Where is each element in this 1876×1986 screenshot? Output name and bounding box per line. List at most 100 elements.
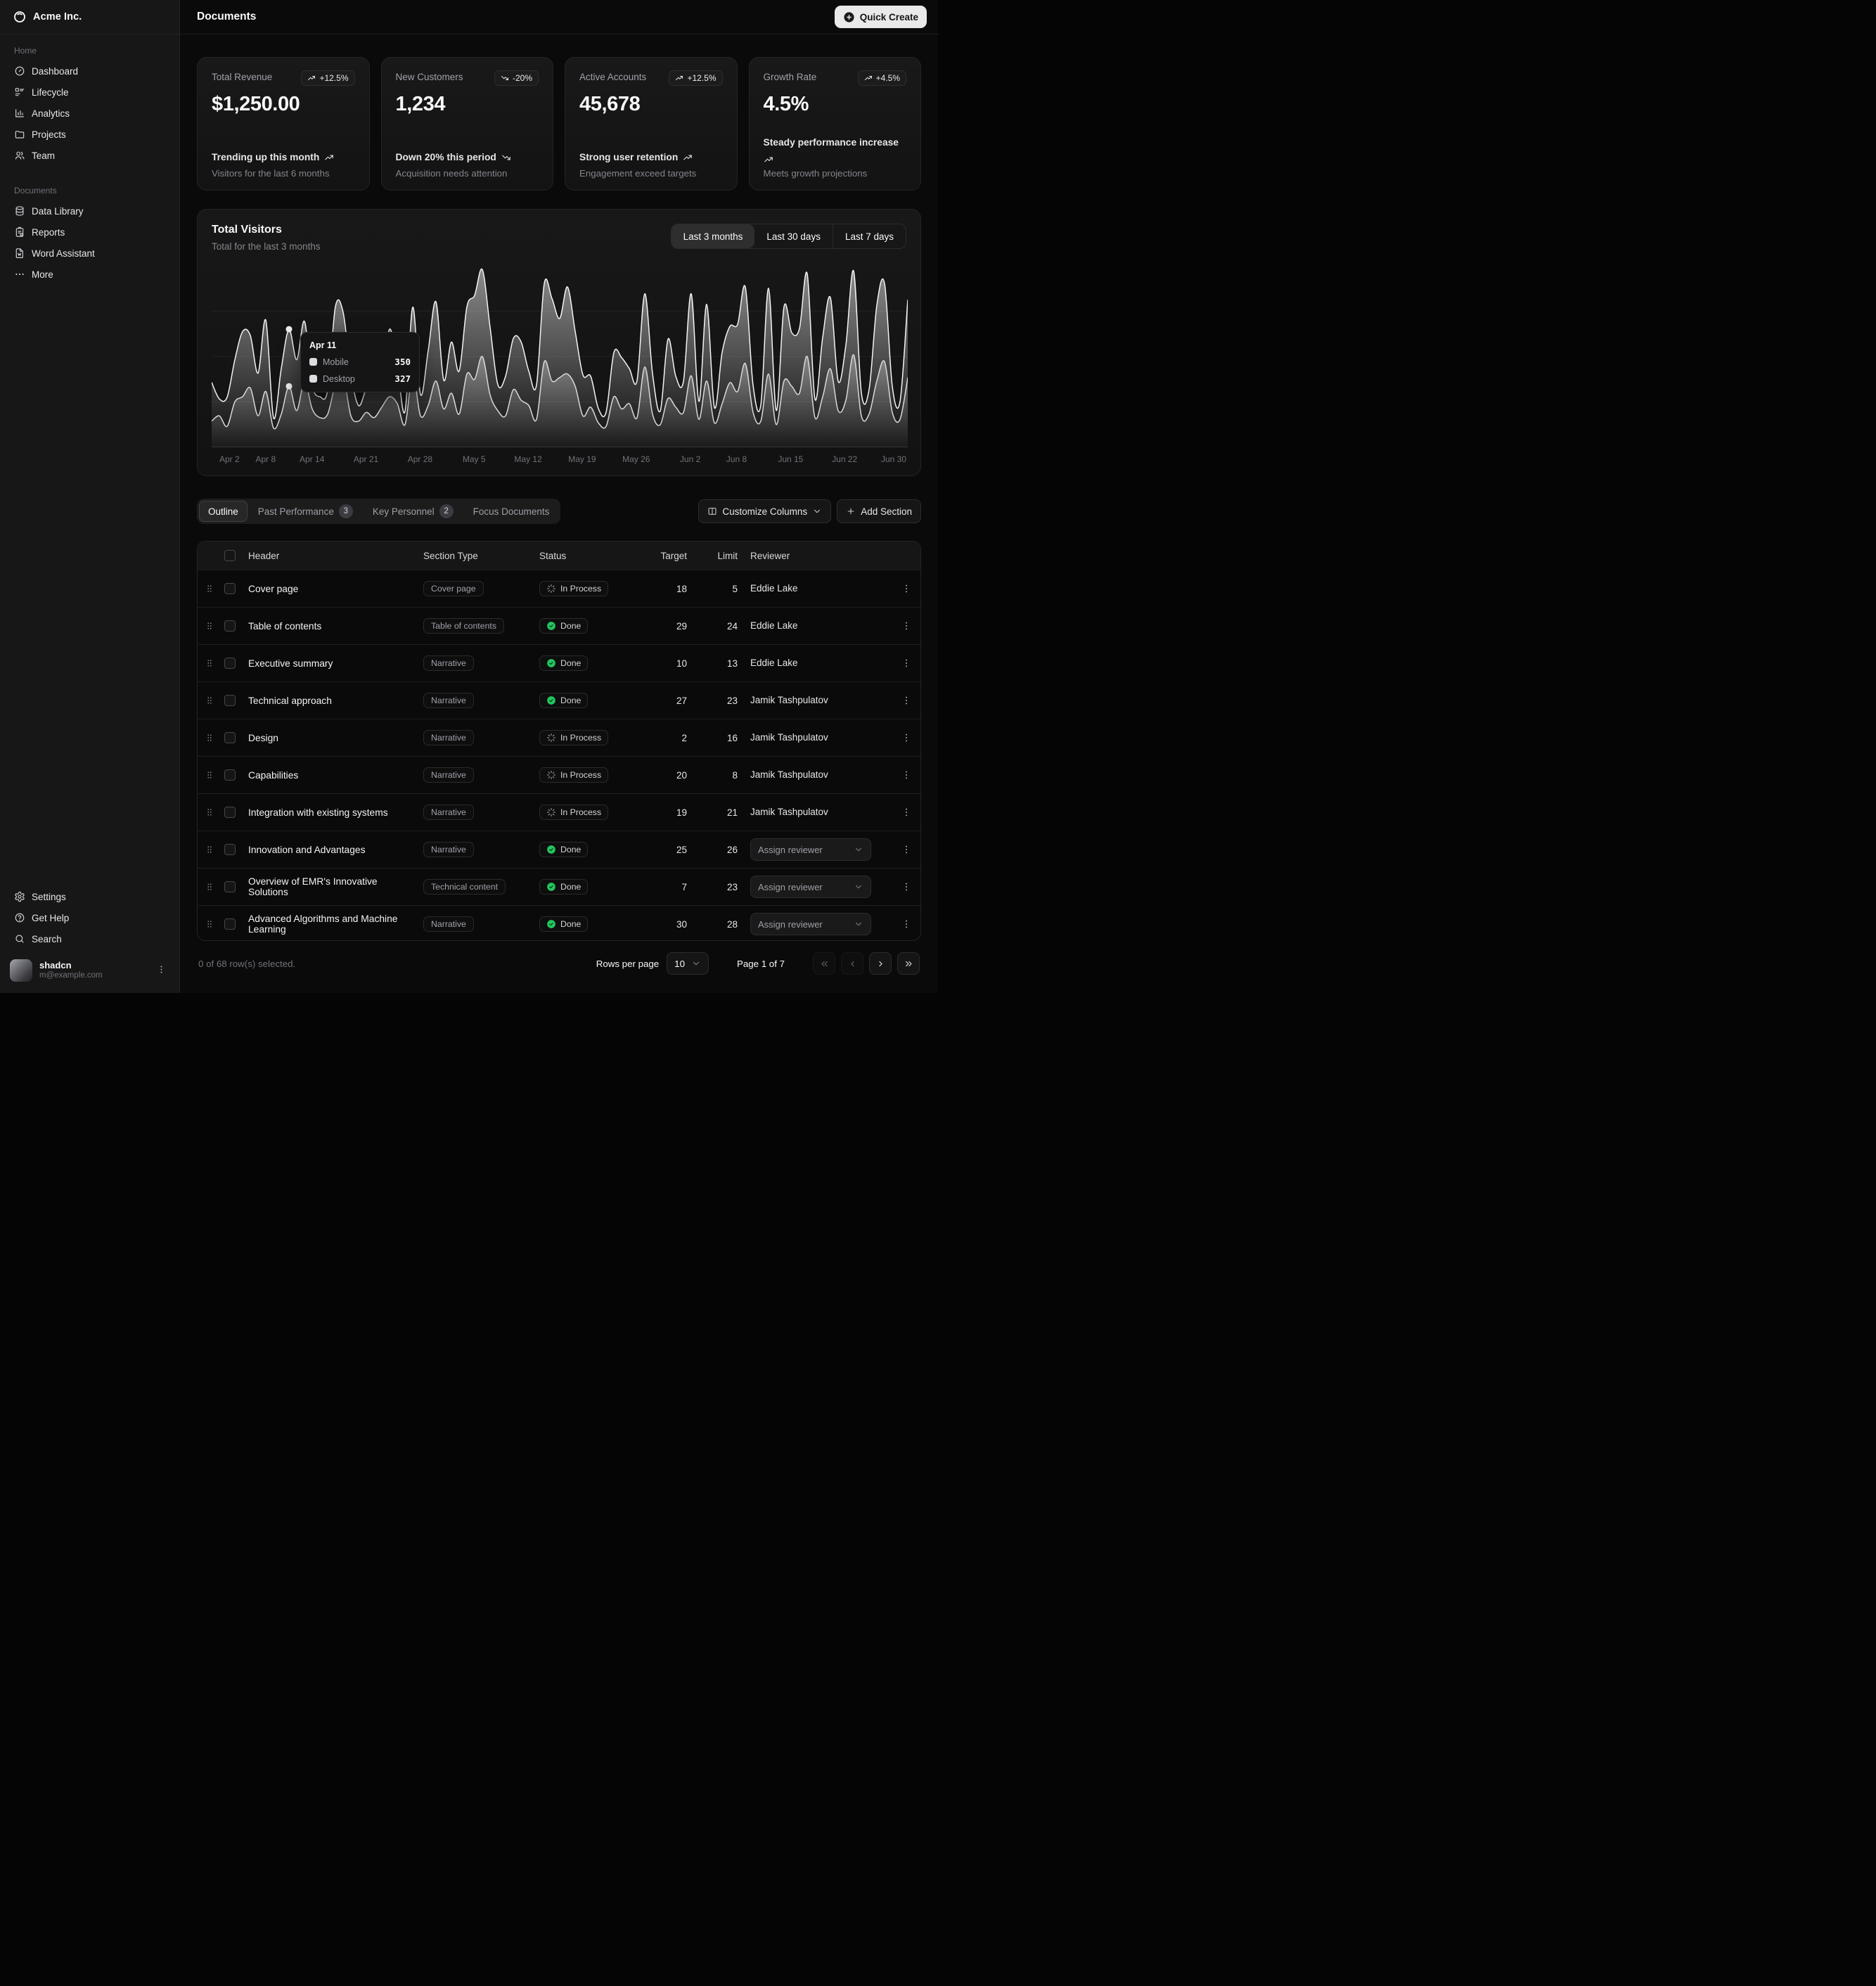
row-checkbox[interactable]: [224, 620, 236, 632]
app-root: Acme Inc. HomeDashboardLifecycleAnalytic…: [0, 0, 938, 993]
row-menu-button[interactable]: [897, 653, 916, 673]
last-page-button[interactable]: [897, 952, 920, 975]
row-checkbox[interactable]: [224, 695, 236, 706]
row-drag-handle[interactable]: [203, 843, 216, 856]
plus-icon: [846, 506, 856, 516]
next-page-button[interactable]: [869, 952, 892, 975]
sidebar-item-label: Analytics: [32, 108, 70, 119]
row-menu-button[interactable]: [897, 914, 916, 934]
tab-focus-documents[interactable]: Focus Documents: [464, 501, 559, 522]
row-checkbox[interactable]: [224, 769, 236, 781]
sidebar-item-word-assistant[interactable]: Word Assistant: [8, 243, 171, 264]
row-drag-handle[interactable]: [203, 694, 216, 707]
row-drag-handle[interactable]: [203, 731, 216, 744]
sidebar-item-team[interactable]: Team: [8, 145, 171, 166]
previous-page-button[interactable]: [841, 952, 863, 975]
x-tick-label: May 5: [463, 454, 486, 464]
stat-value: 1,234: [396, 93, 539, 116]
sidebar-item-more[interactable]: More: [8, 264, 171, 285]
x-tick-label: Apr 28: [408, 454, 432, 464]
tab-past-performance[interactable]: Past Performance3: [249, 501, 362, 522]
sidebar-brand[interactable]: Acme Inc.: [0, 0, 179, 34]
user-menu-button[interactable]: [153, 961, 169, 980]
customize-columns-label: Customize Columns: [722, 506, 807, 517]
users-icon: [14, 150, 25, 161]
status-label: In Process: [560, 770, 601, 780]
row-menu-button[interactable]: [897, 802, 916, 822]
sidebar-item-lifecycle[interactable]: Lifecycle: [8, 82, 171, 103]
chevron-right-icon: [875, 959, 886, 969]
customize-columns-button[interactable]: Customize Columns: [698, 499, 831, 523]
range-last-30-days[interactable]: Last 30 days: [754, 224, 833, 248]
row-checkbox[interactable]: [224, 658, 236, 669]
assign-reviewer-select[interactable]: Assign reviewer: [750, 876, 871, 898]
sidebar-item-reports[interactable]: Reports: [8, 222, 171, 243]
reviewer-cell: Eddie Lake: [750, 620, 884, 632]
chart-plot[interactable]: Apr 11 Mobile 350 Desktop 327: [212, 266, 906, 447]
row-checkbox[interactable]: [224, 807, 236, 818]
row-menu-button[interactable]: [897, 765, 916, 785]
row-drag-handle[interactable]: [203, 657, 216, 670]
row-drag-handle[interactable]: [203, 582, 216, 595]
limit-value: 24: [700, 621, 750, 632]
limit-value: 26: [700, 845, 750, 855]
rows-per-page-select[interactable]: 10: [667, 952, 709, 975]
row-drag-handle[interactable]: [203, 918, 216, 930]
row-checkbox[interactable]: [224, 732, 236, 743]
columns-icon: [707, 506, 717, 516]
add-section-label: Add Section: [861, 506, 912, 517]
reviewer-cell: Assign reviewer: [750, 913, 884, 935]
sidebar-user[interactable]: shadcn m@example.com: [0, 951, 179, 993]
target-value: 10: [645, 658, 700, 669]
range-last-7-days[interactable]: Last 7 days: [833, 224, 906, 248]
sidebar-item-search[interactable]: Search: [8, 928, 171, 949]
row-menu-button[interactable]: [897, 691, 916, 710]
quick-create-button[interactable]: Quick Create: [835, 6, 927, 28]
row-menu-button[interactable]: [897, 579, 916, 598]
row-drag-handle[interactable]: [203, 880, 216, 893]
sidebar-item-projects[interactable]: Projects: [8, 124, 171, 145]
row-menu-button[interactable]: [897, 840, 916, 859]
row-checkbox[interactable]: [224, 918, 236, 930]
section-type-badge: Table of contents: [423, 618, 504, 634]
limit-value: 13: [700, 658, 750, 669]
target-value: 20: [645, 770, 700, 781]
row-menu-button[interactable]: [897, 877, 916, 897]
first-page-button[interactable]: [813, 952, 835, 975]
row-drag-handle[interactable]: [203, 806, 216, 819]
sidebar-item-get-help[interactable]: Get Help: [8, 907, 171, 928]
stat-footnote-secondary: Engagement exceed targets: [579, 168, 723, 179]
table-body: Cover pageCover pageIn Process185Eddie L…: [198, 570, 920, 941]
clipboard-icon: [14, 226, 25, 238]
assign-reviewer-select[interactable]: Assign reviewer: [750, 913, 871, 935]
sidebar-item-settings[interactable]: Settings: [8, 886, 171, 907]
sidebar-item-dashboard[interactable]: Dashboard: [8, 60, 171, 82]
status-badge: Done: [539, 879, 588, 895]
tab-outline[interactable]: Outline: [199, 501, 248, 522]
stat-card-head: Active Accounts+12.5%: [579, 70, 723, 86]
row-checkbox[interactable]: [224, 844, 236, 855]
sidebar-item-data-library[interactable]: Data Library: [8, 200, 171, 222]
pagination-controls: Rows per page 10 Page 1 of 7: [596, 952, 920, 975]
row-checkbox[interactable]: [224, 583, 236, 594]
trend-badge-value: +12.5%: [319, 73, 348, 83]
tooltip-row: Mobile 350: [309, 357, 411, 367]
gear-icon: [14, 891, 25, 902]
row-drag-handle[interactable]: [203, 769, 216, 781]
row-menu-button[interactable]: [897, 728, 916, 748]
row-drag-handle[interactable]: [203, 620, 216, 632]
row-menu-button[interactable]: [897, 616, 916, 636]
trend-badge: +12.5%: [301, 70, 354, 86]
reviewer-cell: Assign reviewer: [750, 838, 884, 861]
assign-reviewer-select[interactable]: Assign reviewer: [750, 838, 871, 861]
range-last-3-months[interactable]: Last 3 months: [672, 224, 755, 248]
status-label: Done: [560, 919, 581, 929]
select-all-checkbox[interactable]: [224, 550, 236, 561]
add-section-button[interactable]: Add Section: [837, 499, 921, 523]
row-checkbox[interactable]: [224, 881, 236, 892]
sidebar-item-analytics[interactable]: Analytics: [8, 103, 171, 124]
status-label: Done: [560, 882, 581, 892]
tooltip-row: Desktop 327: [309, 373, 411, 384]
sidebar-item-label: Get Help: [32, 913, 69, 923]
tab-key-personnel[interactable]: Key Personnel2: [364, 501, 463, 522]
